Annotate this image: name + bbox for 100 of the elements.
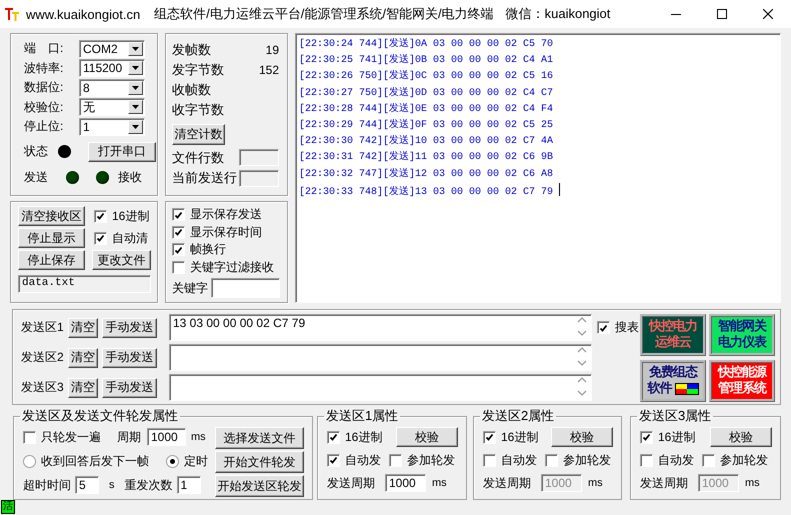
checkbox-label: 帧换行 [190,241,226,258]
checkbox-label: 显示保存发送 [190,206,262,224]
poll-button[interactable]: 选择发送文件 [215,427,304,449]
manual-send-button[interactable]: 手动发送 [102,378,157,398]
logo-icon [4,6,20,22]
poll-button[interactable]: 开始文件轮发 [215,451,304,473]
send-label: 发送 [24,169,48,186]
group-title: 发送区3属性 [638,407,712,425]
checkbox[interactable] [94,210,107,222]
checkbox[interactable] [702,454,715,466]
unit-label: ms [745,477,760,489]
log-line: [22:30:29 744][发送]0F 03 00 00 00 02 C5 25 [299,120,554,131]
group-title: 发送区及发送文件轮发属性 [21,407,179,425]
checkbox[interactable] [172,243,185,256]
promo-button[interactable]: 智能网关 电力仪表 [709,314,775,356]
checkbox[interactable] [172,226,185,239]
verify-button[interactable]: 校验 [396,427,458,447]
radio-button[interactable] [166,454,179,468]
manual-send-button[interactable]: 手动发送 [102,348,157,368]
radio-button[interactable] [23,454,36,468]
clear-button[interactable]: 清空 [68,318,98,338]
clear-button[interactable]: 清空 [68,348,98,368]
counter-label: 发帧数 [172,41,211,59]
dropdown[interactable]: 8 [79,78,145,97]
log-line: [22:30:26 750][发送]0C 03 00 00 00 02 C5 16 [299,71,554,82]
checkbox[interactable] [172,260,185,274]
change-file-button[interactable]: 更改文件 [92,250,151,270]
scroll-arrows-icon[interactable] [575,317,589,337]
dropdown[interactable]: 115200 [79,59,145,78]
promo-button[interactable]: 快控能源 管理系统 [709,360,775,402]
checkbox-label: 16进制 [112,208,150,224]
counter-value: 152 [258,63,279,77]
clear-button[interactable]: 清空 [68,378,98,398]
dropdown[interactable]: COM2 [79,40,145,58]
verify-button[interactable]: 校验 [551,427,613,447]
send-data-field[interactable] [169,344,592,371]
period-field[interactable]: 1000 [147,428,186,446]
keyword-field[interactable] [211,278,280,298]
checkbox-label: 自动清 [112,230,148,246]
checkbox-label: 自动发 [345,452,381,468]
log-line: [22:30:33 748][发送]13 03 00 00 00 02 C7 79 [299,186,554,198]
period-label: 发送周期 [327,474,375,492]
scroll-arrows-icon[interactable] [575,347,589,367]
verify-button[interactable]: 校验 [710,427,772,447]
checkbox[interactable] [23,430,36,444]
log-line: [22:30:28 744][发送]0E 03 00 00 00 02 C4 F4 [299,104,554,115]
open-port-button[interactable]: 打开串口 [88,142,156,162]
clear-receive-button[interactable]: 清空接收区 [18,206,85,226]
checkbox-label: 参加轮发 [720,452,768,468]
checkbox-label: 参加轮发 [563,452,611,468]
caret-icon [132,86,139,90]
checkbox[interactable] [483,430,496,444]
file-name-field[interactable]: data.txt [18,275,151,293]
checkbox-label: 16进制 [501,428,538,446]
checkbox-label: 只轮发一遍 [41,428,101,446]
period-label: 发送周期 [483,474,531,492]
log-line: [22:30:32 747][发送]12 03 00 00 00 02 C6 A8 [299,168,554,180]
checkbox[interactable] [327,454,340,466]
send-data-field[interactable] [169,374,592,401]
product-links: 组态软件/电力运维云平台/能源管理系统/智能网关/电力终端 [154,5,494,23]
maximize-icon[interactable] [717,9,727,19]
retry-label: 重发次数 [124,476,172,494]
checkbox-label: 16进制 [345,428,382,446]
stop-save-button[interactable]: 停止保存 [18,250,85,270]
manual-send-button[interactable]: 手动发送 [102,318,157,338]
close-icon[interactable] [763,9,773,19]
counter-value: 19 [266,43,279,57]
dropdown[interactable]: 1 [79,118,145,136]
send-area-label: 发送区1 [21,319,65,336]
field-label: 数据位: [24,79,64,96]
checkbox[interactable] [172,208,185,222]
retry-field[interactable]: 1 [176,476,200,494]
poll-button[interactable]: 开始发送区轮发 [215,475,304,497]
checkbox[interactable] [94,232,107,244]
checkbox[interactable] [483,454,496,466]
period-field[interactable]: 1000 [385,474,426,492]
stop-display-button[interactable]: 停止显示 [18,228,85,248]
caret-icon [132,46,139,51]
log-line: [22:30:24 744][发送]0A 03 00 00 00 02 C5 70 [299,39,554,50]
log-line: [22:30:27 750][发送]0D 03 00 00 00 02 C4 C7 [299,88,554,99]
checkbox[interactable] [640,454,653,466]
checkbox[interactable] [640,430,653,444]
promo-button[interactable]: 免费组态 软件 [640,360,706,402]
caret-icon [132,105,139,110]
timeout-field[interactable]: 5 [75,476,99,494]
current-line-field[interactable] [239,170,279,186]
checkbox[interactable] [597,321,610,334]
dropdown[interactable]: 无 [79,98,145,116]
checkbox[interactable] [545,454,558,466]
field-label: 端 口: [24,40,64,58]
checkbox-label: 参加轮发 [407,452,455,468]
clear-counts-button[interactable]: 清空计数 [172,124,225,145]
checkbox-label: 关键字过滤接收 [190,258,274,276]
group-title: 发送区2属性 [481,407,556,425]
file-lines-field[interactable] [239,149,279,166]
checkbox[interactable] [327,430,340,444]
scroll-arrows-icon[interactable] [575,377,589,397]
checkbox[interactable] [389,454,402,466]
field-label: 波特率: [24,60,64,77]
send-data-field[interactable]: 13 03 00 00 00 02 C7 79 [169,314,592,341]
